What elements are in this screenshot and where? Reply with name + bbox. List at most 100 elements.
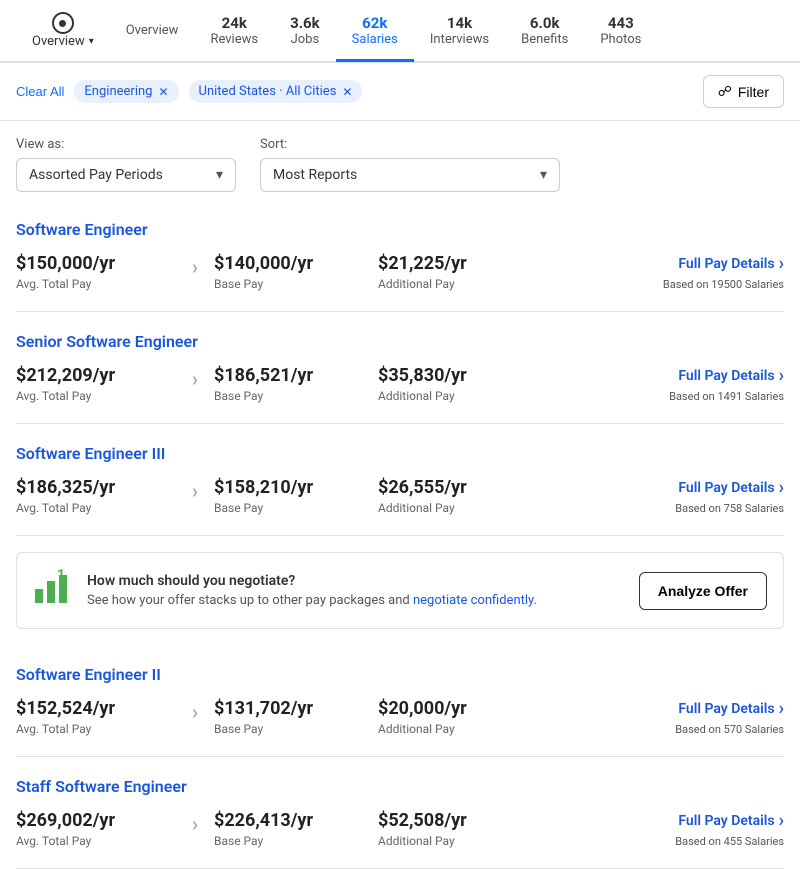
tab-benefits[interactable]: 6.0kBenefits <box>505 2 584 62</box>
filter-tag-us-all-cities: United States · All Cities ✕ <box>189 80 363 103</box>
full-pay-details-link[interactable]: Full Pay Details <box>678 810 784 831</box>
filter-button[interactable]: ☍ Filter <box>703 75 784 108</box>
analyze-chart-icon: 1 <box>33 569 73 612</box>
pay-row: $269,002/yr Avg. Total Pay › $226,413/yr… <box>16 810 784 848</box>
additional-pay-col: $26,555/yr Additional Pay <box>378 477 518 515</box>
view-label: View as: <box>16 137 236 152</box>
full-pay-details-link[interactable]: Full Pay Details <box>678 365 784 386</box>
base-pay-label: Base Pay <box>214 389 354 403</box>
clear-all-button[interactable]: Clear All <box>16 84 64 99</box>
base-pay-amount: $158,210/yr <box>214 477 354 498</box>
tab-count-jobs: 3.6k <box>290 14 320 32</box>
job-item: Senior Software Engineer $212,209/yr Avg… <box>16 312 784 424</box>
tab-label-salaries: Salaries <box>352 32 398 47</box>
avg-total-pay-amount: $269,002/yr <box>16 810 176 831</box>
view-control: View as: Assorted Pay Periods ▾ <box>16 137 236 192</box>
avg-total-pay-label: Avg. Total Pay <box>16 722 176 736</box>
base-pay-label: Base Pay <box>214 834 354 848</box>
based-on-label: Based on 1491 Salaries <box>669 390 784 403</box>
svg-text:1: 1 <box>57 569 65 583</box>
range-arrow-icon: › <box>192 812 198 836</box>
additional-pay-amount: $26,555/yr <box>378 477 518 498</box>
job-title[interactable]: Software Engineer III <box>16 444 784 463</box>
tab-label-overview: Overview <box>126 23 179 38</box>
additional-pay-label: Additional Pay <box>378 277 518 291</box>
nav-tabs: Overview ▾ Overview24kReviews3.6kJobs62k… <box>0 0 800 63</box>
tab-jobs[interactable]: 3.6kJobs <box>274 2 336 62</box>
tab-label-reviews: Reviews <box>210 32 258 47</box>
additional-pay-amount: $52,508/yr <box>378 810 518 831</box>
filter-tag-label: United States · All Cities <box>199 84 337 99</box>
tab-count-benefits: 6.0k <box>530 14 560 32</box>
sort-label: Sort: <box>260 137 560 152</box>
overview-label: Overview ▾ <box>32 34 94 49</box>
jobs-list: Software Engineer $150,000/yr Avg. Total… <box>0 200 800 869</box>
based-on-label: Based on 19500 Salaries <box>663 278 784 291</box>
base-pay-amount: $186,521/yr <box>214 365 354 386</box>
view-select[interactable]: Assorted Pay Periods ▾ <box>16 158 236 192</box>
full-pay-details-link[interactable]: Full Pay Details <box>678 253 784 274</box>
base-pay-label: Base Pay <box>214 501 354 515</box>
avg-total-pay-label: Avg. Total Pay <box>16 389 176 403</box>
remove-filter-engineering[interactable]: ✕ <box>158 85 168 99</box>
avg-total-pay-col: $212,209/yr Avg. Total Pay <box>16 365 176 403</box>
tab-count-reviews: 24k <box>222 14 247 32</box>
job-title[interactable]: Software Engineer II <box>16 665 784 684</box>
sort-select[interactable]: Most Reports ▾ <box>260 158 560 192</box>
full-pay-details: Full Pay Details Based on 1491 Salaries <box>669 365 784 403</box>
job-title[interactable]: Senior Software Engineer <box>16 332 784 351</box>
range-arrow-icon: › <box>192 367 198 391</box>
tab-photos[interactable]: 443Photos <box>584 2 657 62</box>
tab-count-interviews: 14k <box>447 14 472 32</box>
remove-filter-us-all-cities[interactable]: ✕ <box>342 85 352 99</box>
tab-label-interviews: Interviews <box>430 32 489 47</box>
base-pay-col: $226,413/yr Base Pay <box>214 810 354 848</box>
chevron-right-icon <box>779 810 784 831</box>
tab-overview[interactable]: Overview <box>110 11 195 53</box>
view-chevron-icon: ▾ <box>216 167 223 183</box>
pay-row: $150,000/yr Avg. Total Pay › $140,000/yr… <box>16 253 784 291</box>
additional-pay-amount: $35,830/yr <box>378 365 518 386</box>
sort-chevron-icon: ▾ <box>540 167 547 183</box>
negotiate-link[interactable]: negotiate confidently <box>413 593 534 608</box>
range-arrow-icon: › <box>192 700 198 724</box>
analyze-offer-button[interactable]: Analyze Offer <box>639 572 767 610</box>
tab-overview[interactable]: Overview ▾ <box>16 0 110 61</box>
avg-total-pay-amount: $186,325/yr <box>16 477 176 498</box>
based-on-label: Based on 455 Salaries <box>675 835 784 848</box>
range-arrow-icon: › <box>192 255 198 279</box>
full-pay-details: Full Pay Details Based on 570 Salaries <box>675 698 784 736</box>
tab-interviews[interactable]: 14kInterviews <box>414 2 505 62</box>
avg-total-pay-label: Avg. Total Pay <box>16 834 176 848</box>
full-pay-details-link[interactable]: Full Pay Details <box>678 698 784 719</box>
base-pay-col: $140,000/yr Base Pay <box>214 253 354 291</box>
based-on-label: Based on 758 Salaries <box>675 502 784 515</box>
chevron-right-icon <box>779 253 784 274</box>
job-title[interactable]: Software Engineer <box>16 220 784 239</box>
tab-label-jobs: Jobs <box>291 32 320 47</box>
job-title[interactable]: Staff Software Engineer <box>16 777 784 796</box>
additional-pay-label: Additional Pay <box>378 722 518 736</box>
additional-pay-label: Additional Pay <box>378 501 518 515</box>
overview-icon <box>52 12 74 34</box>
full-pay-details: Full Pay Details Based on 758 Salaries <box>675 477 784 515</box>
base-pay-label: Base Pay <box>214 722 354 736</box>
avg-total-pay-label: Avg. Total Pay <box>16 277 176 291</box>
filter-row: Clear All Engineering✕United States · Al… <box>0 63 800 121</box>
base-pay-amount: $131,702/yr <box>214 698 354 719</box>
range-arrow-icon: › <box>192 479 198 503</box>
full-pay-details: Full Pay Details Based on 455 Salaries <box>675 810 784 848</box>
job-item: Software Engineer $150,000/yr Avg. Total… <box>16 200 784 312</box>
avg-total-pay-amount: $150,000/yr <box>16 253 176 274</box>
tab-count-salaries: 62k <box>362 14 387 32</box>
tab-reviews[interactable]: 24kReviews <box>194 2 274 62</box>
full-pay-details: Full Pay Details Based on 19500 Salaries <box>663 253 784 291</box>
tab-salaries[interactable]: 62kSalaries <box>336 2 414 62</box>
additional-pay-label: Additional Pay <box>378 389 518 403</box>
full-pay-details-link[interactable]: Full Pay Details <box>678 477 784 498</box>
additional-pay-amount: $21,225/yr <box>378 253 518 274</box>
pay-row: $186,325/yr Avg. Total Pay › $158,210/yr… <box>16 477 784 515</box>
base-pay-col: $158,210/yr Base Pay <box>214 477 354 515</box>
additional-pay-col: $21,225/yr Additional Pay <box>378 253 518 291</box>
base-pay-amount: $226,413/yr <box>214 810 354 831</box>
